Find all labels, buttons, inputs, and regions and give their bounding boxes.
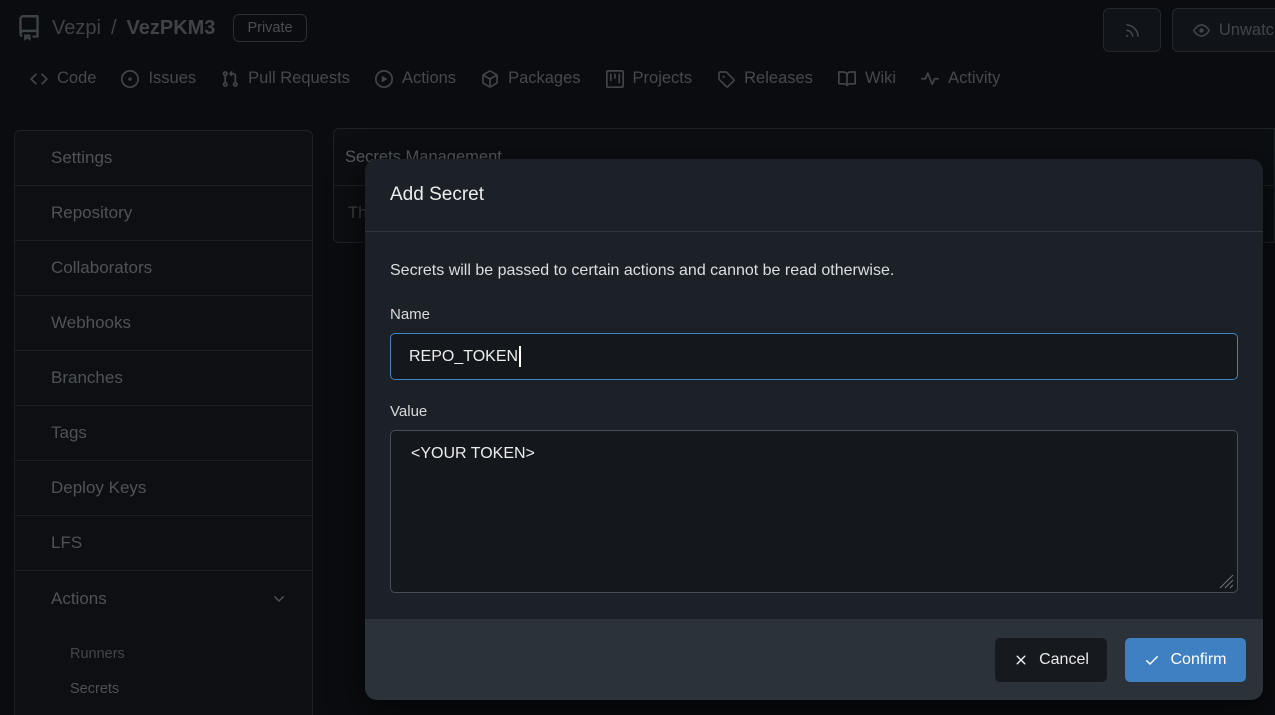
secret-name-input[interactable]: REPO_TOKEN <box>390 333 1238 380</box>
sidebar-item-label: Actions <box>51 589 107 609</box>
sidebar-item-webhooks[interactable]: Webhooks <box>15 296 312 351</box>
sidebar-item-deploy-keys[interactable]: Deploy Keys <box>15 461 312 516</box>
repo-path-separator: / <box>111 17 117 40</box>
repo-name-link[interactable]: VezPKM3 <box>127 17 216 40</box>
cancel-button[interactable]: Cancel <box>995 638 1107 682</box>
x-icon <box>1013 652 1029 668</box>
name-field-label: Name <box>390 306 430 323</box>
check-icon <box>1144 652 1160 668</box>
tab-label: Issues <box>148 69 196 88</box>
text-caret <box>519 346 521 367</box>
tab-wiki[interactable]: Wiki <box>838 69 896 88</box>
rss-icon <box>1124 22 1141 39</box>
secret-value-textarea[interactable]: <YOUR TOKEN> <box>390 430 1238 593</box>
book-icon <box>838 70 856 88</box>
settings-sidebar: Settings Repository Collaborators Webhoo… <box>14 130 313 715</box>
tab-label: Pull Requests <box>248 69 350 88</box>
sidebar-item-repository[interactable]: Repository <box>15 186 312 241</box>
value-field-label: Value <box>390 403 427 420</box>
sidebar-item-actions[interactable]: Actions <box>15 571 312 626</box>
play-circle-icon <box>375 70 393 88</box>
sidebar-item-settings[interactable]: Settings <box>15 131 312 186</box>
tag-icon <box>717 70 735 88</box>
sidebar-subitem-secrets[interactable]: Secrets <box>15 671 312 706</box>
add-secret-modal: Add Secret Secrets will be passed to cer… <box>365 159 1263 700</box>
sidebar-item-tags[interactable]: Tags <box>15 406 312 461</box>
sidebar-item-label: Repository <box>51 203 132 223</box>
sidebar-subitem-label: Runners <box>70 646 125 662</box>
git-pull-request-icon <box>221 70 239 88</box>
unwatch-label: Unwatch <box>1219 21 1275 40</box>
modal-footer: Cancel Confirm <box>365 619 1263 700</box>
code-icon <box>30 70 48 88</box>
project-board-icon <box>606 70 624 88</box>
confirm-button[interactable]: Confirm <box>1125 638 1246 682</box>
sidebar-item-label: Collaborators <box>51 258 152 278</box>
tab-projects[interactable]: Projects <box>606 69 693 88</box>
sidebar-item-label: LFS <box>51 533 82 553</box>
tab-label: Releases <box>744 69 813 88</box>
modal-description: Secrets will be passed to certain action… <box>390 262 1238 280</box>
chevron-down-icon <box>271 591 287 607</box>
issue-opened-icon <box>121 70 139 88</box>
tab-activity[interactable]: Activity <box>921 69 1000 88</box>
package-icon <box>481 70 499 88</box>
tab-label: Actions <box>402 69 456 88</box>
modal-header: Add Secret <box>365 159 1263 232</box>
sidebar-item-label: Webhooks <box>51 313 131 333</box>
tab-releases[interactable]: Releases <box>717 69 813 88</box>
repo-icon <box>16 15 42 41</box>
visibility-badge: Private <box>233 14 306 42</box>
tab-label: Wiki <box>865 69 896 88</box>
sidebar-item-label: Branches <box>51 368 123 388</box>
tab-label: Projects <box>633 69 693 88</box>
secret-name-value: REPO_TOKEN <box>409 348 518 366</box>
tab-packages[interactable]: Packages <box>481 69 580 88</box>
sidebar-item-collaborators[interactable]: Collaborators <box>15 241 312 296</box>
cancel-label: Cancel <box>1039 651 1089 669</box>
secret-value-content: <YOUR TOKEN> <box>411 445 535 462</box>
tab-issues[interactable]: Issues <box>121 69 196 88</box>
tab-actions[interactable]: Actions <box>375 69 456 88</box>
unwatch-button[interactable]: Unwatch <box>1172 8 1275 52</box>
sidebar-subitem-runners[interactable]: Runners <box>15 636 312 671</box>
repo-header: Vezpi / VezPKM3 Private Unwatch <box>0 0 1275 60</box>
eye-icon <box>1193 22 1210 39</box>
sidebar-item-lfs[interactable]: LFS <box>15 516 312 571</box>
repo-tab-bar: Code Issues Pull Requests Actions Packag… <box>30 69 1000 88</box>
sidebar-item-label: Settings <box>51 148 112 168</box>
sidebar-item-label: Tags <box>51 423 87 443</box>
confirm-label: Confirm <box>1170 651 1226 669</box>
modal-title: Add Secret <box>390 184 484 206</box>
sidebar-subitem-label: Secrets <box>70 681 119 697</box>
sidebar-item-branches[interactable]: Branches <box>15 351 312 406</box>
tab-label: Activity <box>948 69 1000 88</box>
tab-label: Code <box>57 69 96 88</box>
repo-owner-link[interactable]: Vezpi <box>52 17 101 40</box>
pulse-icon <box>921 70 939 88</box>
actions-submenu: Runners Secrets <box>15 626 312 706</box>
tab-pull-requests[interactable]: Pull Requests <box>221 69 350 88</box>
resize-handle[interactable] <box>1217 572 1234 589</box>
rss-feed-button[interactable] <box>1103 8 1161 52</box>
sidebar-item-label: Deploy Keys <box>51 478 146 498</box>
tab-code[interactable]: Code <box>30 69 96 88</box>
tab-label: Packages <box>508 69 580 88</box>
repo-title: Vezpi / VezPKM3 Private <box>16 14 307 42</box>
